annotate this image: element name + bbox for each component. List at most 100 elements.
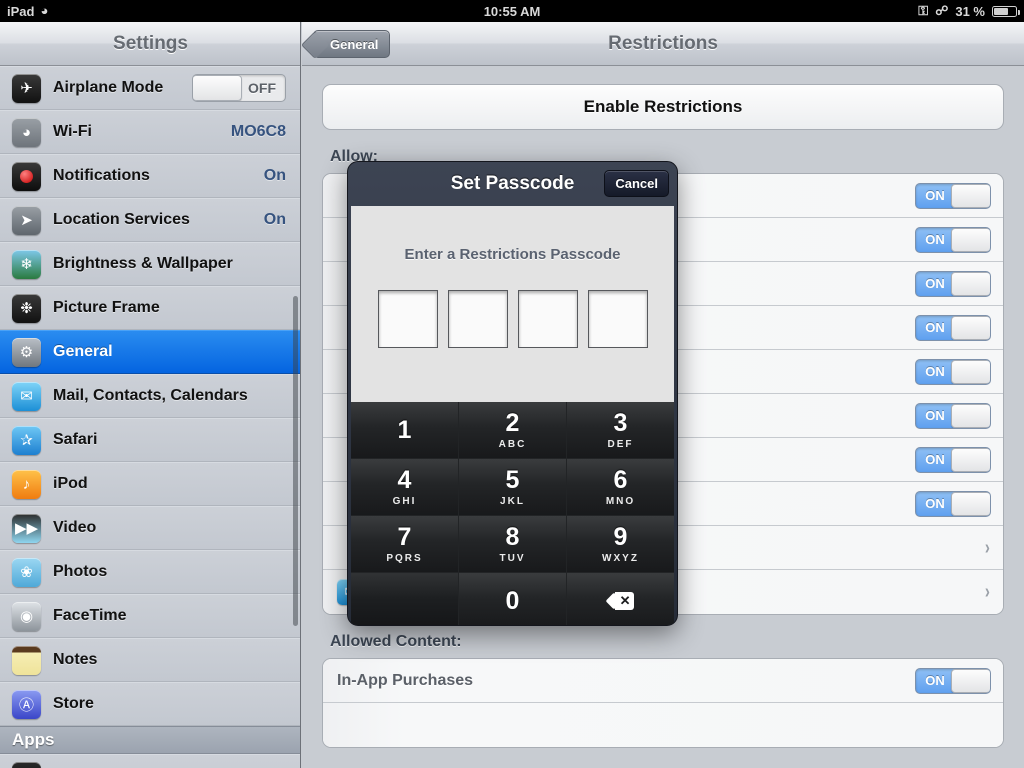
sidebar-item-location-services[interactable]: ➤ Location Services On [0,198,300,242]
sidebar-item-picture-frame[interactable]: ❉ Picture Frame [0,286,300,330]
sidebar-item-label: Photos [53,563,108,580]
enable-restrictions-button[interactable]: Enable Restrictions [322,84,1004,130]
allow-row-toggle-label: ON [925,495,945,511]
sidebar-item-label: FaceTime [53,607,127,624]
allow-row-toggle[interactable]: ON [915,270,991,297]
sidebar-navbar: Settings [0,22,300,66]
settings-sidebar: Settings ✈ Airplane Mode OFF ◕ Wi-Fi MO6… [0,22,301,768]
keypad-key-5[interactable]: 5 JKL [459,459,566,515]
in-app-purchases-label: In-App Purchases [337,671,474,689]
sidebar-item-wifi[interactable]: ◕ Wi-Fi MO6C8 [0,110,300,154]
keypad-key-4[interactable]: 4 GHI [351,459,458,515]
sidebar-item-value: On [263,167,286,184]
sidebar-item-label: Store [53,695,94,712]
sidebar-item-label: Video [53,519,97,536]
sidebar-item-airplane-mode[interactable]: ✈ Airplane Mode OFF [0,66,300,110]
mail-icon: ✉ [12,381,41,411]
back-button-label: General [330,36,379,52]
sidebar-item-value: On [263,211,286,228]
keypad-key-number: 4 [397,465,412,494]
keypad-key-number: 6 [613,465,628,494]
back-button-general[interactable]: General [313,30,391,58]
detail-navbar: General Restrictions [302,22,1024,66]
allowed-content-row[interactable] [323,703,1003,747]
toggle-knob [951,315,990,340]
allow-row-toggle[interactable]: ON [915,358,991,385]
keypad-key-6[interactable]: 6 MNO [567,459,674,515]
keypad-key-letters: ABC [498,438,527,450]
sidebar-item-label: Mail, Contacts, Calendars [53,387,248,404]
sidebar-item-mail-contacts-calendars[interactable]: ✉ Mail, Contacts, Calendars [0,374,300,418]
video-icon: ▶▶ [12,513,41,543]
cancel-button[interactable]: Cancel [604,170,669,197]
sidebar-item-label: Safari [53,431,98,448]
passcode-digit-3[interactable] [517,290,578,348]
chevron-right-icon: › [985,536,991,559]
in-app-purchases-toggle[interactable]: ON [915,667,991,694]
allow-row-toggle[interactable]: ON [915,446,991,473]
toggle-knob [951,183,990,208]
keypad-key-3[interactable]: 3 DEF [567,402,674,458]
sidebar-item-notes[interactable]: Notes [0,638,300,682]
passcode-digit-1[interactable] [377,290,438,348]
facetime-icon: ◉ [12,601,41,631]
allow-row-toggle[interactable]: ON [915,226,991,253]
cnn-icon: CNN [12,761,41,768]
sidebar-item-photos[interactable]: ❀ Photos [0,550,300,594]
in-app-purchases-row[interactable]: In-App Purchases ON [323,659,1003,703]
toggle-knob [951,403,990,428]
rotation-lock-icon: ⚿ [918,3,929,18]
sidebar-item-label: General [53,343,113,360]
set-passcode-dialog: Set Passcode Cancel Enter a Restrictions… [347,161,678,626]
sidebar-scrollbar[interactable] [293,296,298,626]
notifications-icon [12,161,41,191]
sidebar-item-ipod[interactable]: ♪ iPod [0,462,300,506]
toggle-knob [951,447,990,472]
store-icon: Ⓐ [12,689,41,719]
enable-restrictions-label: Enable Restrictions [583,97,743,116]
keypad-key-1[interactable]: 1 [351,402,458,458]
ipad-screen: iPad ◕ 10:55 AM ⚿ ☍ 31 % Settings ✈ Airp… [0,0,1024,768]
sidebar-item-general[interactable]: ⚙ General [0,330,300,374]
keypad-key-8[interactable]: 8 TUV [459,516,566,572]
sidebar-item-label: Notes [53,651,98,668]
sidebar-item-store[interactable]: Ⓐ Store [0,682,300,726]
sidebar-item-notifications[interactable]: Notifications On [0,154,300,198]
allow-row-toggle-label: ON [925,187,945,203]
allow-row-toggle[interactable]: ON [915,314,991,341]
sidebar-item-value: MO6C8 [230,123,286,140]
sidebar-item-label: Location Services [53,211,190,228]
keypad-key-blank [351,573,458,625]
keypad-key-delete[interactable]: ✕ [567,573,674,625]
passcode-digit-2[interactable] [447,290,508,348]
gear-icon: ⚙ [12,337,41,367]
sidebar-title: Settings [113,32,188,54]
passcode-digit-4[interactable] [587,290,648,348]
keypad-key-0[interactable]: 0 [459,573,566,625]
keypad-key-9[interactable]: 9 WXYZ [567,516,674,572]
keypad-key-2[interactable]: 2 ABC [459,402,566,458]
sidebar-item-video[interactable]: ▶▶ Video [0,506,300,550]
toggle-knob [951,359,990,384]
sidebar-item-facetime[interactable]: ◉ FaceTime [0,594,300,638]
airplane-mode-toggle[interactable]: OFF [192,74,286,102]
in-app-purchases-toggle-label: ON [925,672,945,688]
allow-row-toggle[interactable]: ON [915,490,991,517]
battery-percent: 31 % [955,3,985,19]
keypad-key-number: 3 [613,408,628,437]
keypad-key-letters: TUV [499,552,526,564]
allow-row-toggle[interactable]: ON [915,402,991,429]
allow-row-toggle-label: ON [925,231,945,247]
safari-icon: ✰ [12,425,41,455]
keypad-key-number: 1 [397,415,412,444]
allow-row-toggle-label: ON [925,363,945,379]
sidebar-item-cnn[interactable]: CNN CNN [0,754,300,768]
sidebar-item-brightness-wallpaper[interactable]: ❄ Brightness & Wallpaper [0,242,300,286]
status-bar-clock: 10:55 AM [483,3,541,19]
sidebar-group-header-apps: Apps [0,726,300,754]
sidebar-scroll-area[interactable]: ✈ Airplane Mode OFF ◕ Wi-Fi MO6C8 Notifi… [0,66,300,768]
allow-row-toggle[interactable]: ON [915,182,991,209]
keypad-key-7[interactable]: 7 PQRS [351,516,458,572]
sidebar-item-safari[interactable]: ✰ Safari [0,418,300,462]
battery-icon [992,5,1020,17]
